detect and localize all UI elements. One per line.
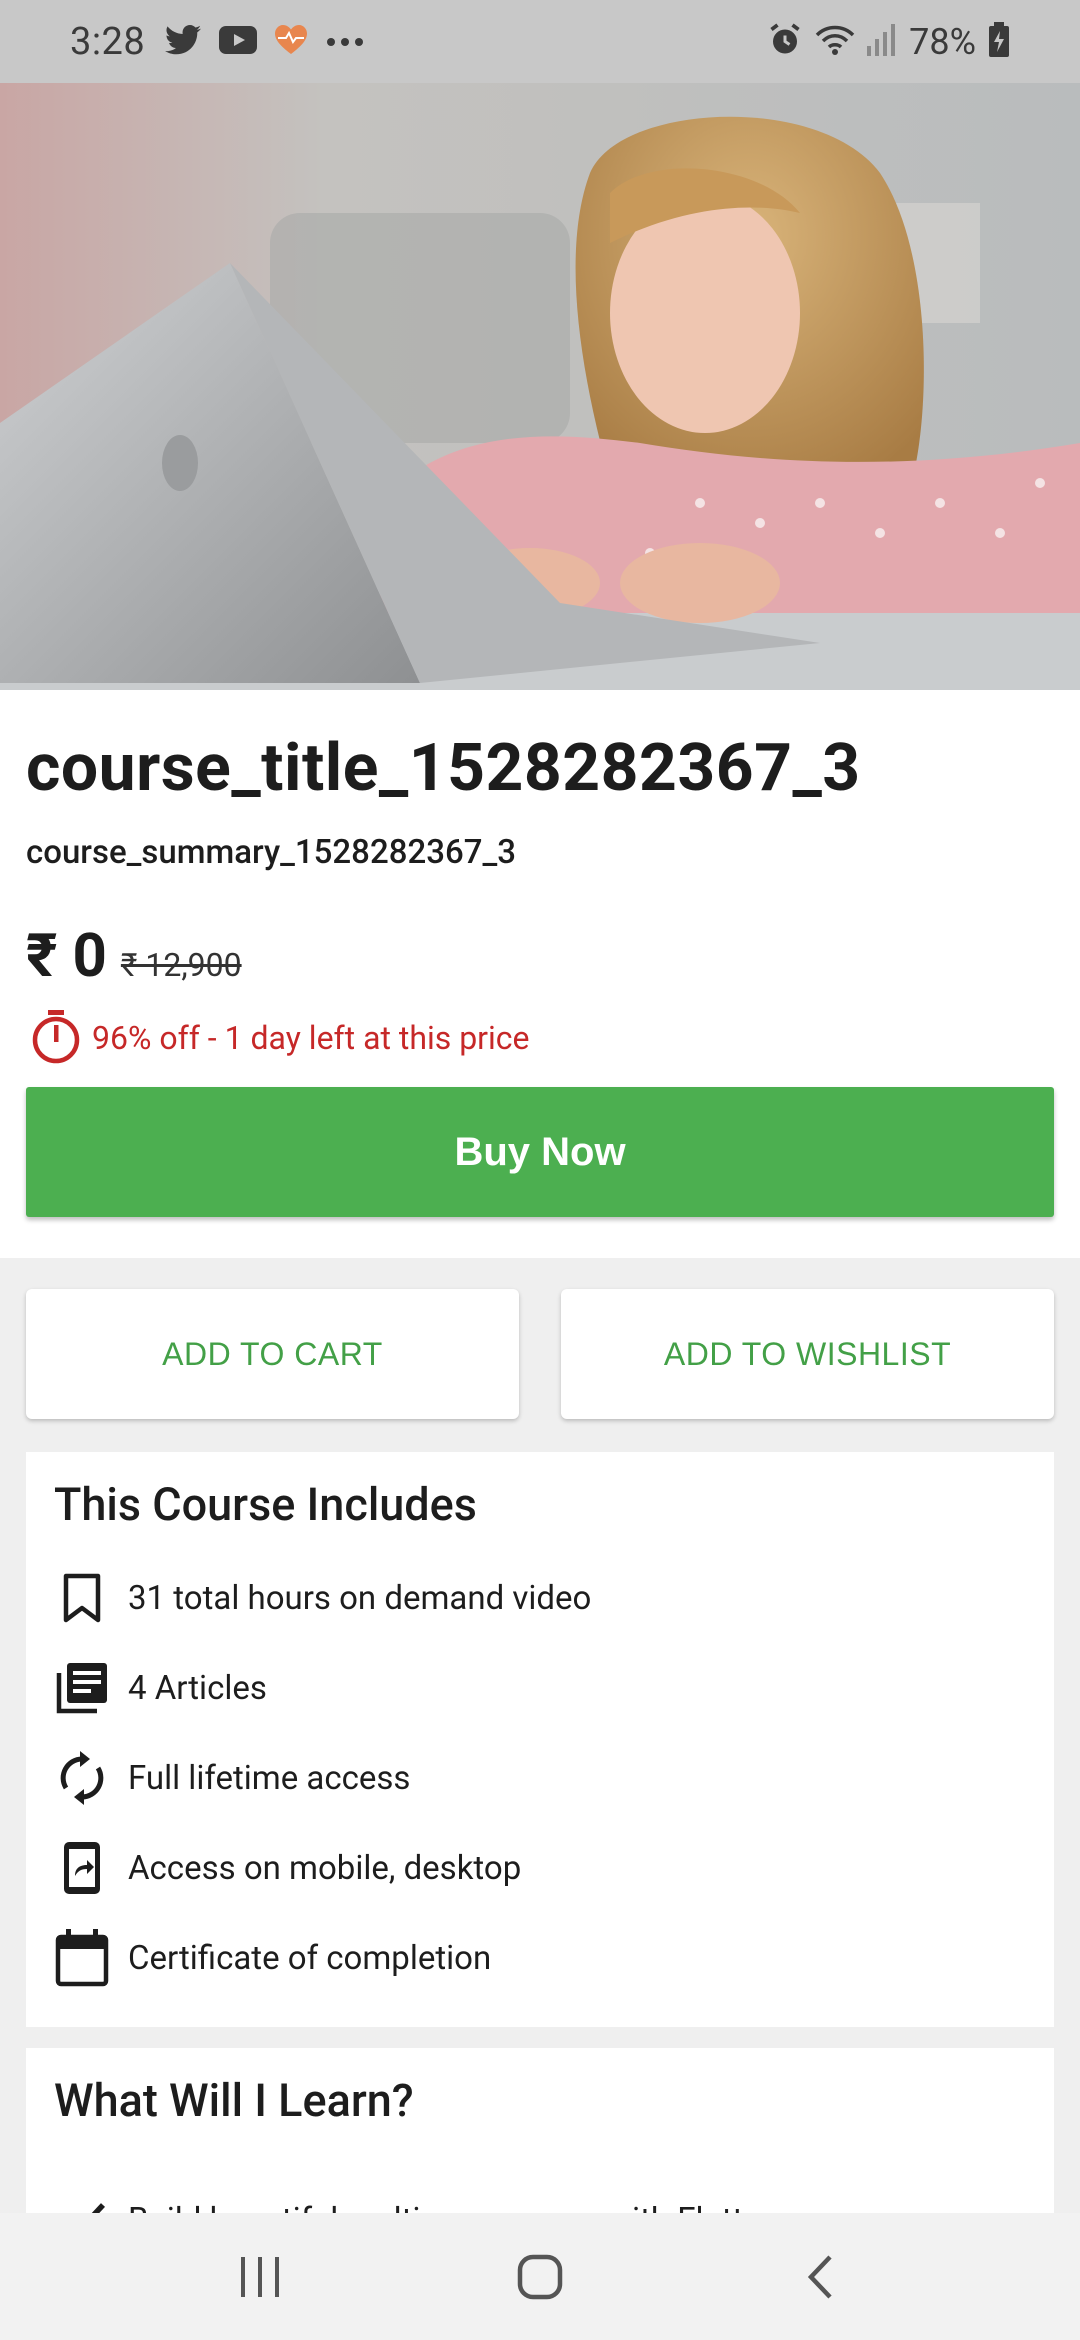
add-to-cart-button[interactable]: ADD TO CART: [26, 1289, 519, 1419]
include-item-video: 31 total hours on demand video: [54, 1568, 591, 1628]
course-summary-card: course_title_1528282367_3 course_summary…: [0, 690, 1080, 1258]
buy-now-button[interactable]: Buy Now: [26, 1087, 1054, 1217]
learn-heading: What Will I Learn?: [54, 2074, 414, 2127]
course-summary: course_summary_1528282367_3: [26, 833, 517, 872]
status-time: 3:28: [70, 19, 146, 64]
alarm-icon: [767, 22, 803, 62]
include-label: Access on mobile, desktop: [128, 1848, 522, 1888]
battery-icon: [988, 21, 1010, 62]
price-row: ₹ 0 ₹ 12,900: [26, 920, 242, 991]
mobile-share-icon: [54, 1840, 110, 1896]
include-item-access: Access on mobile, desktop: [54, 1838, 521, 1898]
status-system-icons: 78%: [767, 21, 1010, 63]
battery-percent: 78%: [909, 20, 976, 63]
more-dots-icon: [325, 32, 365, 51]
home-button[interactable]: [490, 2237, 590, 2317]
include-label: 4 Articles: [128, 1668, 267, 1708]
include-item-certificate: Certificate of completion: [54, 1928, 491, 1988]
include-label: Certificate of completion: [128, 1938, 492, 1978]
youtube-icon: [219, 25, 258, 58]
timer-icon: [30, 1008, 82, 1068]
course-title: course_title_1528282367_3: [26, 730, 861, 807]
recent-apps-button[interactable]: [210, 2237, 310, 2317]
offer-text: 96% off - 1 day left at this price: [92, 1019, 530, 1057]
offer-row: 96% off - 1 day left at this price: [30, 1008, 530, 1068]
include-item-lifetime: Full lifetime access: [54, 1748, 410, 1808]
back-button[interactable]: [770, 2237, 870, 2317]
calendar-icon: [54, 1929, 110, 1987]
include-label: 31 total hours on demand video: [128, 1578, 592, 1618]
status-notification-icons: [165, 24, 365, 59]
price-current: ₹ 0: [26, 920, 107, 991]
price-original: ₹ 12,900: [120, 946, 242, 984]
include-label: Full lifetime access: [128, 1758, 411, 1798]
articles-icon: [54, 1660, 110, 1716]
course-includes-card: This Course Includes 31 total hours on d…: [26, 1452, 1054, 2027]
status-bar: 3:28 78%: [0, 0, 1080, 83]
system-nav-bar: [0, 2213, 1080, 2340]
signal-icon: [867, 23, 897, 60]
bookmark-icon: [54, 1570, 110, 1626]
course-hero-image: [0, 83, 1080, 690]
health-icon: [275, 24, 308, 59]
include-item-articles: 4 Articles: [54, 1658, 267, 1718]
sync-icon: [54, 1750, 110, 1806]
twitter-icon: [165, 24, 202, 59]
add-to-wishlist-button[interactable]: ADD TO WISHLIST: [561, 1289, 1054, 1419]
wifi-icon: [815, 23, 855, 61]
includes-heading: This Course Includes: [54, 1478, 477, 1531]
